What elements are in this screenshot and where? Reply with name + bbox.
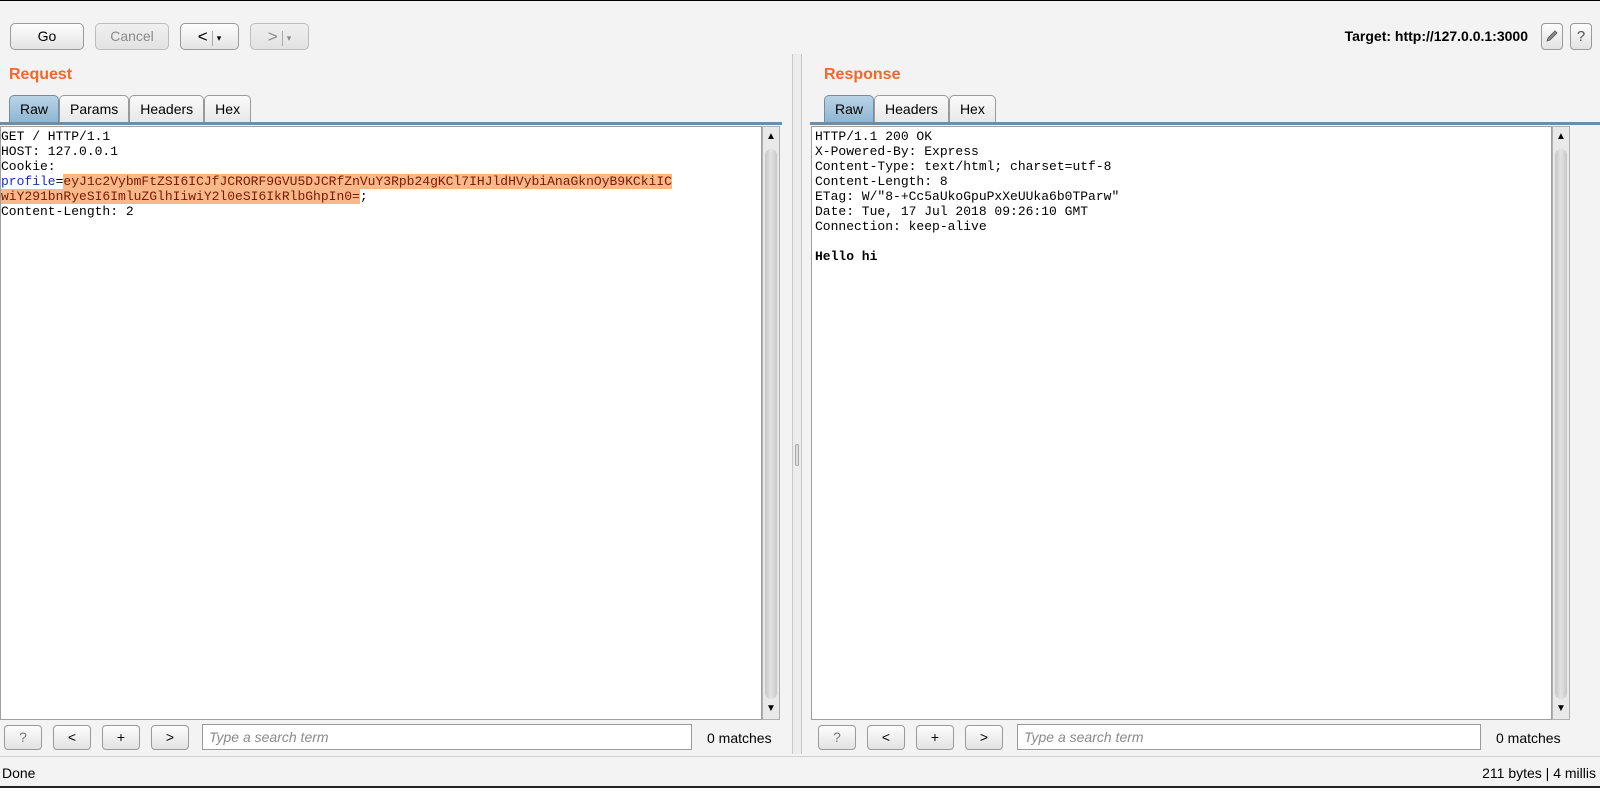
scroll-down-icon[interactable]: ▼ xyxy=(1553,701,1569,717)
pencil-icon xyxy=(1546,30,1558,42)
date-header: Date: Tue, 17 Jul 2018 09:26:10 GMT xyxy=(815,204,1089,219)
cookie-semicolon: ; xyxy=(359,189,368,204)
response-editor[interactable]: HTTP/1.1 200 OK X-Powered-By: Express Co… xyxy=(811,126,1552,720)
tab-request-params[interactable]: Params xyxy=(59,95,130,122)
tab-underline xyxy=(0,122,782,125)
scroll-thumb[interactable] xyxy=(765,149,777,699)
request-search-add-button[interactable]: + xyxy=(102,725,140,750)
cancel-button[interactable]: Cancel xyxy=(95,23,169,50)
request-title: Request xyxy=(9,66,73,83)
cookie-value: eyJ1c2VybmFtZSI6ICJfJCRORF9GVU5DJCRfZnVu… xyxy=(63,174,672,189)
content-length-header: Content-Length: 8 xyxy=(815,174,948,189)
cookie-value-continued: wiY291bnRyeSI6ImluZGlhIiwiY2l0eSI6IkRlbG… xyxy=(1,189,360,204)
target-label: Target: http://127.0.0.1:3000 xyxy=(1344,28,1528,44)
request-search-next-button[interactable]: > xyxy=(151,725,189,750)
forward-button[interactable]: > ▾ xyxy=(250,23,309,50)
status-bar: Done 211 bytes | 4 millis xyxy=(0,756,1600,786)
toolbar: Go Cancel < ▾ > ▾ Target: http://127.0.0.1… xyxy=(0,0,1600,54)
tab-request-headers[interactable]: Headers xyxy=(129,95,205,122)
response-search-add-button[interactable]: + xyxy=(916,725,954,750)
go-button[interactable]: Go xyxy=(10,23,84,50)
response-search-prev-button[interactable]: < xyxy=(867,725,905,750)
splitter-grip-icon[interactable] xyxy=(795,444,799,466)
tab-response-headers[interactable]: Headers xyxy=(874,95,949,122)
response-body: Hello hi xyxy=(815,249,878,264)
tab-underline xyxy=(810,122,1600,125)
response-scrollbar[interactable]: ▲ ▼ xyxy=(1552,126,1570,720)
request-scrollbar[interactable]: ▲ ▼ xyxy=(762,126,780,720)
help-button[interactable]: ? xyxy=(1570,23,1592,50)
tab-response-hex[interactable]: Hex xyxy=(948,95,996,122)
response-tabs: Raw Headers Hex xyxy=(824,95,996,123)
chevron-down-icon: ▾ xyxy=(216,32,222,43)
scroll-up-icon[interactable]: ▲ xyxy=(1553,129,1569,145)
host-header: HOST: 127.0.0.1 xyxy=(1,144,119,159)
tab-response-raw[interactable]: Raw xyxy=(824,95,875,122)
status-line: HTTP/1.1 200 OK xyxy=(815,129,933,144)
response-match-count: 0 matches xyxy=(1496,730,1561,746)
response-search-next-button[interactable]: > xyxy=(965,725,1003,750)
request-line: GET / HTTP/1.1 xyxy=(1,129,111,144)
response-stats: 211 bytes | 4 millis xyxy=(1482,765,1596,781)
back-button[interactable]: < ▾ xyxy=(180,23,239,50)
content-type-header: Content-Type: text/html; charset=utf-8 xyxy=(815,159,1112,174)
back-arrow-icon: < xyxy=(197,27,208,46)
scroll-up-icon[interactable]: ▲ xyxy=(763,129,779,145)
window-bottom-edge xyxy=(0,786,1600,803)
pane-splitter[interactable] xyxy=(792,54,802,754)
chevron-down-icon: ▾ xyxy=(286,32,292,43)
content-length-header: Content-Length: 2 xyxy=(1,204,134,219)
request-tabs: Raw Params Headers Hex xyxy=(9,95,252,123)
request-search-help-button[interactable]: ? xyxy=(4,725,42,750)
cookie-name: profile xyxy=(1,174,56,189)
cookie-header: Cookie: xyxy=(1,159,56,174)
request-search-input[interactable] xyxy=(202,724,692,750)
etag-header: ETag: W/"8-+Cc5aUkoGpuPxXeUUka6b0TParw" xyxy=(815,189,1120,204)
edit-target-button[interactable] xyxy=(1541,23,1563,50)
status-text: Done xyxy=(2,765,36,781)
powered-by-header: X-Powered-By: Express xyxy=(815,144,979,159)
request-search-prev-button[interactable]: < xyxy=(53,725,91,750)
request-editor[interactable]: GET / HTTP/1.1 HOST: 127.0.0.1 Cookie: p… xyxy=(0,126,762,720)
scroll-thumb[interactable] xyxy=(1555,149,1567,699)
response-search-input[interactable] xyxy=(1017,724,1481,750)
connection-header: Connection: keep-alive xyxy=(815,219,987,234)
response-title: Response xyxy=(824,66,901,83)
request-match-count: 0 matches xyxy=(707,730,772,746)
tab-request-raw[interactable]: Raw xyxy=(9,95,60,122)
forward-arrow-icon: > xyxy=(267,27,278,46)
scroll-down-icon[interactable]: ▼ xyxy=(763,701,779,717)
tab-request-hex[interactable]: Hex xyxy=(204,95,252,122)
response-search-help-button[interactable]: ? xyxy=(818,725,856,750)
